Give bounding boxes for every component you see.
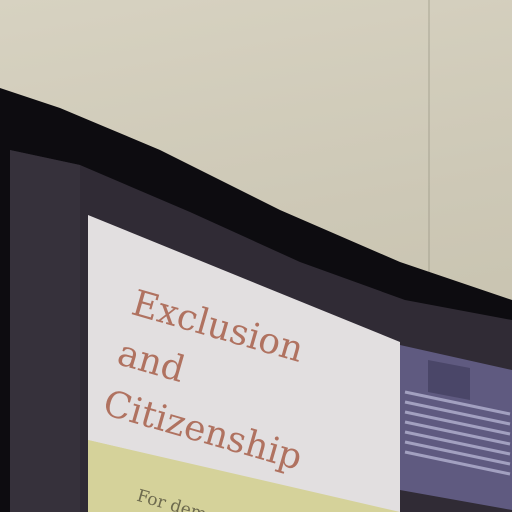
- photo-scene: Exclusion and Citizenship For dem: [0, 0, 512, 512]
- background-window-thumbnail: [400, 345, 512, 510]
- screen-glare: [10, 150, 80, 512]
